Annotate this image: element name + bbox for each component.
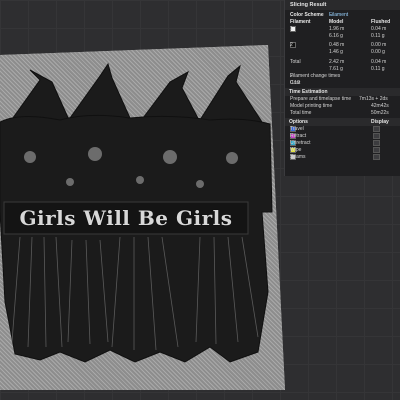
option-seams[interactable]: Seams [285,154,400,161]
option-retract[interactable]: Retract [285,133,400,140]
flushed-length: 0.00 m [371,42,387,48]
flushed-weight: 0.11 g [371,33,385,39]
color-scheme-label: Color Scheme [290,12,324,18]
total-time-value: 50m22s [371,110,389,116]
total-model-length: 2.42 m [329,59,345,65]
total-time-row: Total time 50m22s [285,110,400,117]
filament-change-label: Filament change times [290,73,341,79]
table-row: 2 0.48 m 0.00 m [285,42,400,49]
display-title: Display [371,119,389,125]
option-wipe[interactable]: Wipe [285,147,400,154]
display-toggle[interactable] [373,126,380,132]
color-scheme-value: Filament [329,12,349,18]
time-estimation-title: Time Estimation [285,88,400,96]
display-toggle[interactable] [373,154,380,160]
banner-text: Girls Will Be Girls [19,206,233,230]
table-row: 6.16 g 0.11 g [285,33,400,40]
model-weight: 6.16 g [329,33,343,39]
option-label: Wipe [290,147,302,153]
total-row: Total 2.42 m 0.04 m [285,59,400,66]
total-model-weight: 7.61 g [329,66,343,72]
display-toggle[interactable] [373,147,380,153]
col-model: Model [329,19,344,25]
flushed-length: 0.04 m [371,26,387,32]
filament-change-value: 2 [290,73,293,79]
slicing-result-panel: Slicing Result Color Scheme ⌄ Filament F… [284,0,400,176]
model-weight: 1.46 g [329,49,343,55]
option-unretract[interactable]: Unretract [285,140,400,147]
flushed-weight: 0.00 g [371,49,385,55]
total-row: 7.61 g 0.11 g [285,66,400,73]
filament-change-row: Filament change times 2 [285,73,400,80]
table-header: Filament Model Flushed [285,19,400,26]
options-header: Options Display [285,118,400,126]
table-row: 1 1.96 m 0.04 m [285,26,400,33]
cost-value: 0.19 [290,80,300,86]
total-flushed-length: 0.04 m [371,59,387,65]
option-label: Unretract [290,140,311,146]
total-label: Total [290,59,301,65]
option-label: Travel [290,126,304,132]
cost-row: Cost 0.19 [285,80,400,87]
total-flushed-weight: 0.11 g [371,66,385,72]
model-time-value: 42m42s [371,103,389,109]
model-length: 0.48 m [329,42,345,48]
filament-id: 2 [290,42,293,48]
prepare-label: Prepare and timelapse time [290,96,352,102]
option-label: Seams [290,154,306,160]
col-flushed: Flushed [371,19,391,25]
option-travel[interactable]: Travel [285,126,400,133]
table-row: 1.46 g 0.00 g [285,49,400,56]
prepare-time-row: Prepare and timelapse time 7m13s + 2ds [285,96,400,103]
col-filament: Filament [290,19,311,25]
display-toggle[interactable] [373,140,380,146]
total-time-label: Total time [290,110,312,116]
model-time-row: Model printing time 42m42s [285,103,400,110]
filament-id: 1 [290,26,293,32]
display-toggle[interactable] [373,133,380,139]
panel-title: Slicing Result [285,0,400,10]
option-label: Retract [290,133,307,139]
prepare-value: 7m13s + 2ds [359,96,388,102]
color-scheme-row: Color Scheme ⌄ Filament [285,12,400,19]
model-time-label: Model printing time [290,103,333,109]
model-length: 1.96 m [329,26,345,32]
options-title: Options [289,119,308,125]
